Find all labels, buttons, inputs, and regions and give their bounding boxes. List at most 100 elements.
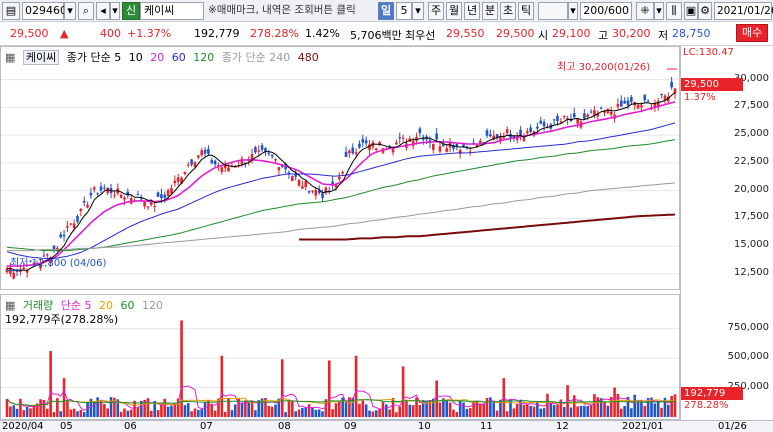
- candle-body: [374, 148, 378, 150]
- date-axis-label: 2021/01: [622, 421, 664, 432]
- candle-body: [79, 208, 83, 212]
- best-quote-label: 최우선: [405, 29, 436, 42]
- date-input[interactable]: 2021/01/26: [714, 2, 773, 20]
- stock-name-field[interactable]: 케이씨: [140, 2, 204, 20]
- candle-body: [630, 96, 633, 103]
- notice-text: ※매매마크, 내역은 조회버튼 클릭: [208, 4, 356, 16]
- volume-bar: [156, 410, 160, 417]
- candle-body: [301, 186, 304, 189]
- volume-bar: [284, 412, 287, 417]
- volume-bar: [334, 403, 338, 417]
- candle-body: [583, 113, 586, 119]
- candle-body: [572, 113, 576, 118]
- period-tick-button[interactable]: 틱: [518, 2, 534, 20]
- period-dropdown-icon[interactable]: ▾: [412, 2, 424, 20]
- volume-bar: [220, 355, 224, 417]
- chart-tool-dropdown-icon[interactable]: ▾: [654, 2, 664, 20]
- chart-tool-icon[interactable]: ⁜: [636, 2, 654, 20]
- volume-bar: [25, 406, 29, 417]
- volume-bar: [294, 411, 297, 417]
- candle-body: [119, 194, 123, 198]
- period-week-button[interactable]: 주: [428, 2, 444, 20]
- low-price: 28,750: [672, 27, 711, 40]
- candle-body: [220, 167, 224, 173]
- candle-body: [522, 137, 526, 142]
- volume-bar: [546, 393, 549, 417]
- volume-bar: [606, 405, 610, 417]
- volume-bar: [462, 402, 465, 417]
- date-axis-label: 2020/04: [2, 421, 44, 432]
- candle-body: [160, 194, 163, 199]
- menu-icon[interactable]: ▤: [2, 2, 20, 20]
- period-number-input[interactable]: 5: [396, 2, 412, 20]
- period-second-button[interactable]: 초: [500, 2, 516, 20]
- volume-bar: [96, 397, 99, 417]
- code-dropdown-icon[interactable]: ▾: [64, 2, 76, 20]
- candle-body: [89, 192, 93, 196]
- stock-code-input[interactable]: 029460: [22, 2, 67, 20]
- price-axis: LC:130.47 30,000 27,500 25,000 22,500 20,000…: [680, 46, 773, 420]
- search-icon[interactable]: ⌕: [78, 2, 94, 20]
- data-count-input[interactable]: 200/600: [580, 2, 632, 20]
- volume-bar: [240, 402, 244, 417]
- volume-bar: [556, 404, 559, 417]
- period-day-button[interactable]: 일: [378, 2, 394, 20]
- blank-dropdown[interactable]: [538, 2, 568, 20]
- volume-bar: [170, 405, 173, 417]
- candle-body: [556, 115, 559, 121]
- volume-bar: [203, 401, 207, 417]
- volume-bar: [280, 359, 284, 417]
- candle-body: [66, 226, 69, 228]
- candle-body: [76, 216, 79, 222]
- candle-body: [401, 137, 405, 139]
- volume-bar: [673, 394, 677, 417]
- candle-body: [354, 152, 358, 155]
- volume-bar: [338, 401, 341, 417]
- price-chart-panel[interactable]: ▦ 케이씨 종가 단순 5 10 20 60 120 종가 단순 240 480…: [0, 46, 680, 290]
- low-annotation: 최저 12,800 (04/06): [10, 258, 107, 269]
- candle-body: [314, 189, 318, 196]
- blank-dropdown-icon[interactable]: ▾: [568, 2, 578, 20]
- volume-bar: [136, 406, 140, 417]
- period-year-button[interactable]: 년: [464, 2, 480, 20]
- candle-body: [418, 128, 422, 134]
- up-arrow-icon: ▲: [60, 27, 69, 40]
- volume-bar: [381, 402, 385, 417]
- toolbar: ▤ 029460 ▾ ⌕ ◂ ▾ 신 케이씨 ※매매마크, 내역은 조회버튼 클…: [0, 0, 773, 22]
- volume-bar: [623, 405, 626, 417]
- volume-bar: [180, 320, 183, 417]
- volume-bar: [39, 399, 42, 417]
- candle-body: [291, 176, 294, 182]
- period-month-button[interactable]: 월: [446, 2, 462, 20]
- volume-bar: [435, 380, 438, 417]
- sound-dropdown-icon[interactable]: ▾: [110, 2, 120, 20]
- candle-body: [438, 146, 442, 152]
- best-bid: 29,500: [496, 27, 535, 40]
- save-icon[interactable]: ▣: [684, 2, 698, 20]
- volume-bar: [529, 405, 532, 417]
- volume-bar: [15, 408, 19, 417]
- volume-bar: [29, 408, 32, 417]
- sound-icon[interactable]: ◂: [96, 2, 110, 20]
- period-minute-button[interactable]: 분: [482, 2, 498, 20]
- candle-body: [207, 148, 210, 154]
- gear-icon[interactable]: ⚙: [698, 2, 712, 20]
- volume-chart-panel[interactable]: ▦ 거래량 단순 5 20 60 120 192,779주(278.28%): [0, 294, 680, 420]
- volume-bar: [230, 410, 234, 417]
- candle-icon[interactable]: ⫼: [666, 2, 682, 20]
- volume-bar: [344, 402, 348, 417]
- candle-body: [274, 159, 277, 161]
- volume-bar: [123, 408, 126, 417]
- ma20-line: [7, 101, 676, 267]
- buy-button[interactable]: 매수: [736, 24, 769, 42]
- volume-bar: [492, 402, 496, 417]
- candle-body: [103, 187, 106, 189]
- best-ask: 29,550: [446, 27, 485, 40]
- candle-body: [395, 142, 398, 145]
- volume-bar: [274, 404, 277, 417]
- candle-body: [311, 190, 314, 192]
- candle-body: [166, 190, 170, 197]
- volume-bar: [9, 406, 12, 417]
- candle-body: [227, 167, 230, 172]
- volume-bar: [364, 404, 368, 417]
